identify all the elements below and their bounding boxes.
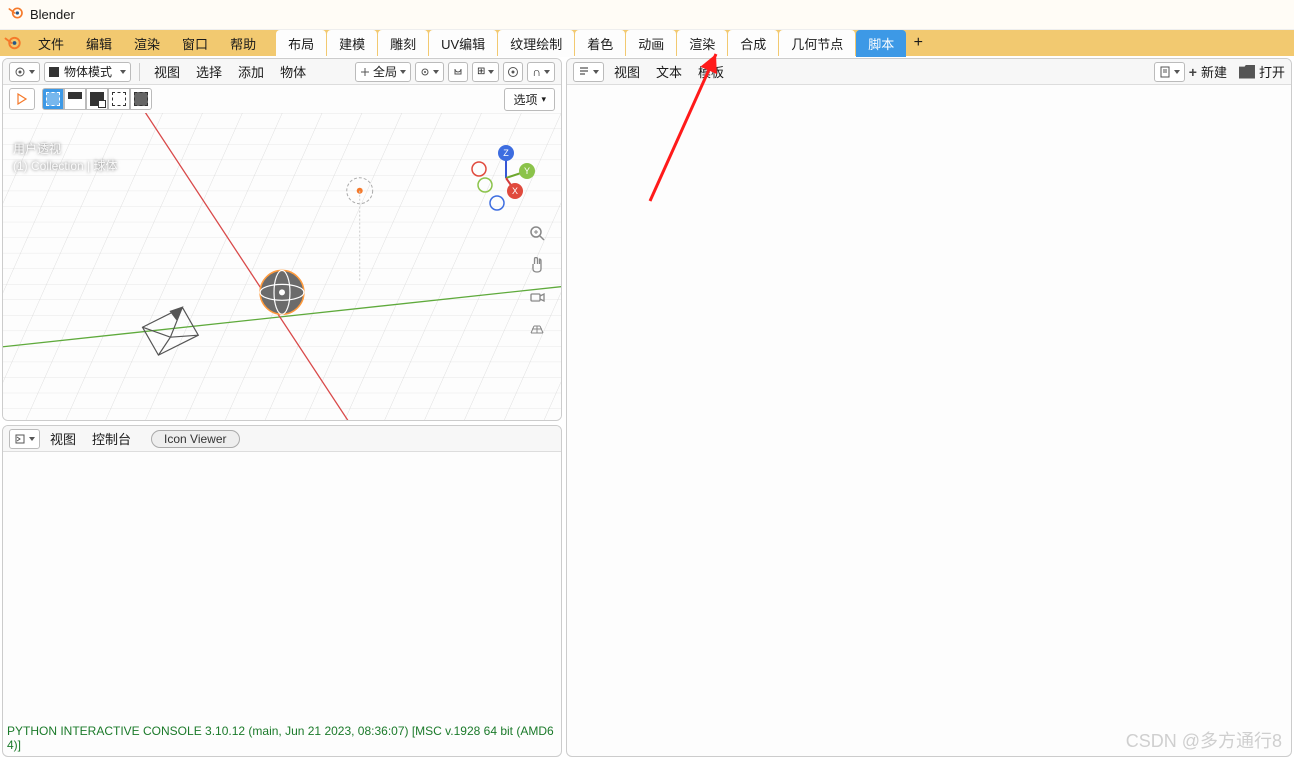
viewport-menu-view[interactable]: 视图 xyxy=(148,62,186,81)
select-extend[interactable] xyxy=(64,88,86,110)
text-menu-templates[interactable]: 模板 xyxy=(692,62,730,81)
menu-file[interactable]: 文件 xyxy=(28,32,74,55)
text-menu-view[interactable]: 视图 xyxy=(608,62,646,81)
viewport-panel: 物体模式 视图 选择 添加 物体 全局 ⊞ xyxy=(2,58,562,421)
viewport-3d-canvas[interactable]: 用户透视 (1) Collection | 球体 Z Y X xyxy=(3,113,561,420)
new-text-button[interactable]: + 新建 xyxy=(1189,62,1227,81)
camera-view-icon[interactable] xyxy=(527,287,547,307)
select-subtract[interactable] xyxy=(86,88,108,110)
icon-viewer-button[interactable]: Icon Viewer xyxy=(151,430,239,448)
viewport-menu-object[interactable]: 物体 xyxy=(274,62,312,81)
ws-tab-rendering[interactable]: 渲染 xyxy=(677,30,727,57)
options-dropdown[interactable]: 选项 ▾ xyxy=(504,88,555,111)
ws-tab-modeling[interactable]: 建模 xyxy=(327,30,377,57)
zoom-icon[interactable] xyxy=(527,223,547,243)
window-titlebar: Blender xyxy=(0,0,1294,30)
select-invert[interactable] xyxy=(130,88,152,110)
svg-text:Y: Y xyxy=(524,166,530,176)
text-menu-text[interactable]: 文本 xyxy=(650,62,688,81)
svg-text:Z: Z xyxy=(503,148,509,158)
workspace-tabs: 布局 建模 雕刻 UV编辑 纹理绘制 着色 动画 渲染 合成 几何节点 脚本 + xyxy=(276,30,929,57)
ws-tab-shading[interactable]: 着色 xyxy=(575,30,625,57)
ws-tab-layout[interactable]: 布局 xyxy=(276,30,326,57)
ws-tab-sculpt[interactable]: 雕刻 xyxy=(378,30,428,57)
console-menu-console[interactable]: 控制台 xyxy=(86,429,137,448)
blender-logo-icon xyxy=(8,5,24,24)
text-datablock-selector[interactable] xyxy=(1154,62,1185,82)
ws-tab-geonodes[interactable]: 几何节点 xyxy=(779,30,855,57)
perspective-grid-icon[interactable] xyxy=(527,319,547,339)
text-editor-panel: 视图 文本 模板 + 新建 打开 xyxy=(566,58,1292,757)
viewport-toolbar: 选项 ▾ xyxy=(3,85,561,113)
menu-render[interactable]: 渲染 xyxy=(124,32,170,55)
pan-hand-icon[interactable] xyxy=(527,255,547,275)
python-console-panel: 视图 控制台 Icon Viewer PYTHON INTERACTIVE CO… xyxy=(2,425,562,757)
ws-tab-scripting[interactable]: 脚本 xyxy=(856,30,906,57)
folder-icon xyxy=(1239,65,1255,79)
ws-tab-compositing[interactable]: 合成 xyxy=(728,30,778,57)
proportional-edit[interactable] xyxy=(503,62,523,82)
window-title: Blender xyxy=(30,7,75,22)
console-output[interactable]: PYTHON INTERACTIVE CONSOLE 3.10.12 (main… xyxy=(3,452,561,756)
orientation-selector[interactable]: 全局 xyxy=(355,62,411,82)
snap-toggle[interactable] xyxy=(448,62,468,82)
ws-add-button[interactable]: + xyxy=(907,32,929,54)
menu-edit[interactable]: 编辑 xyxy=(76,32,122,55)
proportional-falloff[interactable]: ∩ xyxy=(527,62,555,82)
select-intersect[interactable] xyxy=(108,88,130,110)
top-menubar: 文件 编辑 渲染 窗口 帮助 布局 建模 雕刻 UV编辑 纹理绘制 着色 动画 … xyxy=(0,30,1294,56)
select-box[interactable] xyxy=(42,88,64,110)
nav-gizmo[interactable]: Z Y X xyxy=(471,143,541,213)
viewport-header: 物体模式 视图 选择 添加 物体 全局 ⊞ xyxy=(3,59,561,85)
viewport-menu-select[interactable]: 选择 xyxy=(190,62,228,81)
snap-options[interactable]: ⊞ xyxy=(472,62,499,82)
mode-selector[interactable]: 物体模式 xyxy=(44,62,131,82)
app-icon[interactable] xyxy=(4,34,26,52)
text-editor-type[interactable] xyxy=(573,62,604,82)
viewport-overlay-text: 用户透视 (1) Collection | 球体 xyxy=(13,141,117,175)
console-menu-view[interactable]: 视图 xyxy=(44,429,82,448)
svg-text:X: X xyxy=(512,186,518,196)
tool-cursor[interactable] xyxy=(9,88,35,110)
console-editor-type[interactable] xyxy=(9,429,40,449)
viewport-menu-add[interactable]: 添加 xyxy=(232,62,270,81)
pivot-selector[interactable] xyxy=(415,62,444,82)
ws-tab-animation[interactable]: 动画 xyxy=(626,30,676,57)
ws-tab-uv[interactable]: UV编辑 xyxy=(429,30,497,57)
menu-window[interactable]: 窗口 xyxy=(172,32,218,55)
open-text-button[interactable]: 打开 xyxy=(1239,62,1285,81)
plus-icon: + xyxy=(1189,64,1197,80)
menu-help[interactable]: 帮助 xyxy=(220,32,266,55)
ws-tab-texpaint[interactable]: 纹理绘制 xyxy=(498,30,574,57)
console-header: 视图 控制台 Icon Viewer xyxy=(3,426,561,452)
editor-type-selector[interactable] xyxy=(9,62,40,82)
text-editor-header: 视图 文本 模板 + 新建 打开 xyxy=(567,59,1291,85)
mode-label: 物体模式 xyxy=(64,63,112,80)
